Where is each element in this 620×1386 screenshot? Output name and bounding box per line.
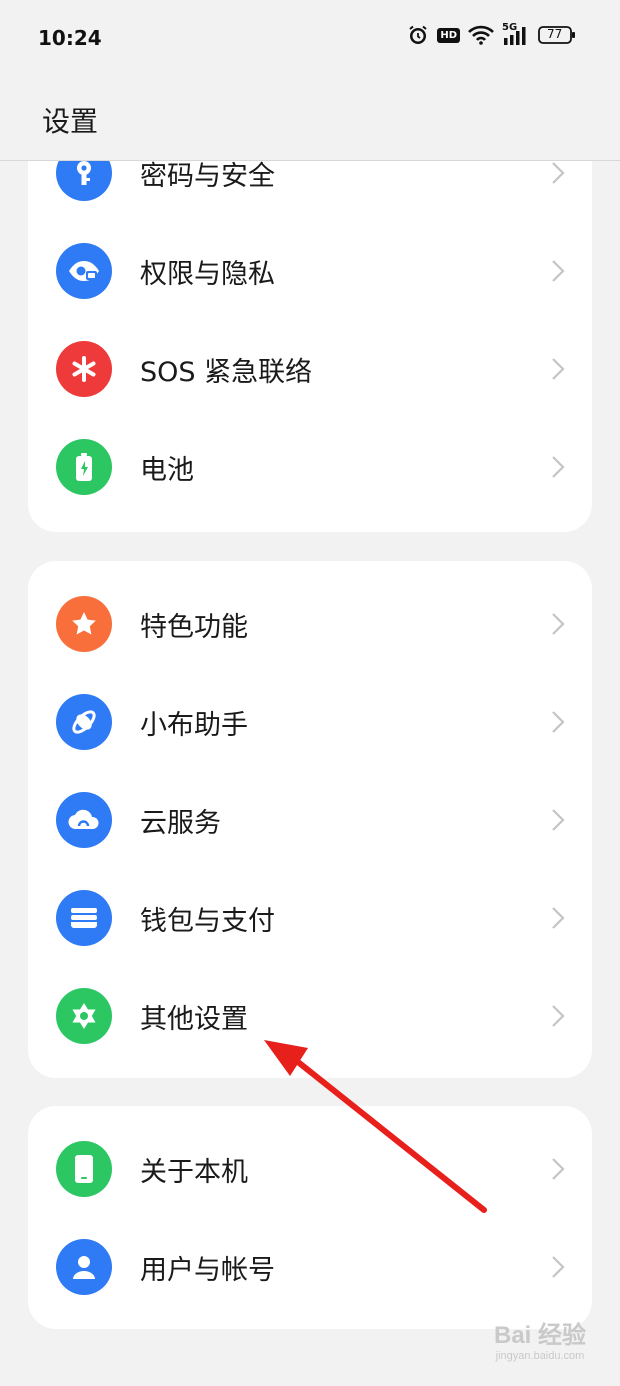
gear-star-icon [56,988,112,1044]
row-label: SOS 紧急联络 [140,357,313,388]
chevron-right-icon [550,1156,566,1186]
hd-icon: HD [437,27,460,43]
status-bar: 10:24 HD 5G 77 [0,0,620,76]
row-label: 小布助手 [140,710,248,741]
wallet-icon [56,890,112,946]
sos-asterisk-icon [56,341,112,397]
row-users-accounts[interactable]: 用户与帐号 [28,1218,592,1316]
row-label: 其他设置 [140,1004,248,1035]
row-label: 云服务 [140,808,221,839]
row-label: 密码与安全 [140,161,275,192]
assistant-icon [56,694,112,750]
key-icon [56,161,112,201]
chevron-right-icon [550,1003,566,1033]
battery-level: 77 [547,27,563,41]
row-label: 钱包与支付 [140,906,275,937]
star-icon [56,596,112,652]
header: 设置 [0,76,620,160]
watermark-text: Bai 经验 [493,1322,586,1349]
chevron-right-icon [550,807,566,837]
cloud-icon [56,792,112,848]
page-title: 设置 [42,105,99,138]
watermark: Bai 经验 jingyan.baidu.com [494,1315,586,1362]
privacy-eye-icon [56,243,112,299]
battery-icon [56,439,112,495]
chevron-right-icon [550,905,566,935]
phone-icon [56,1141,112,1197]
status-time: 10:24 [38,26,102,50]
row-label: 电池 [140,455,194,486]
row-special-features[interactable]: 特色功能 [28,575,592,673]
settings-group-features: 特色功能 小布助手 云服务 钱包与支付 其他设置 [28,561,592,1078]
row-wallet-payment[interactable]: 钱包与支付 [28,869,592,967]
row-other-settings[interactable]: 其他设置 [28,967,592,1065]
chevron-right-icon [550,709,566,739]
row-breeno-assistant[interactable]: 小布助手 [28,673,592,771]
chevron-right-icon [550,611,566,641]
chevron-right-icon [550,161,566,190]
row-cloud-service[interactable]: 云服务 [28,771,592,869]
settings-group-security: 密码与安全 权限与隐私 SOS 紧急联络 电池 [28,161,592,532]
alarm-icon [407,24,429,46]
chevron-right-icon [550,258,566,288]
chevron-right-icon [550,356,566,386]
row-label: 特色功能 [140,612,248,643]
watermark-sub: jingyan.baidu.com [495,1350,585,1362]
status-icons: HD 5G 77 [407,22,576,46]
signal-5g-icon: 5G [502,22,530,46]
row-permission-privacy[interactable]: 权限与隐私 [28,222,592,320]
row-sos-emergency[interactable]: SOS 紧急联络 [28,320,592,418]
row-label: 用户与帐号 [140,1255,275,1286]
row-about-phone[interactable]: 关于本机 [28,1120,592,1218]
row-battery[interactable]: 电池 [28,418,592,516]
battery-status-icon: 77 [538,25,576,45]
settings-group-device: 关于本机 用户与帐号 [28,1106,592,1329]
wifi-icon [468,25,494,45]
chevron-right-icon [550,454,566,484]
user-icon [56,1239,112,1295]
row-password-security[interactable]: 密码与安全 [28,161,592,222]
chevron-right-icon [550,1254,566,1284]
settings-list[interactable]: 密码与安全 权限与隐私 SOS 紧急联络 电池 特色功能 小布助手 云服务 钱包… [0,161,620,1386]
row-label: 关于本机 [140,1157,248,1188]
row-label: 权限与隐私 [140,259,275,290]
